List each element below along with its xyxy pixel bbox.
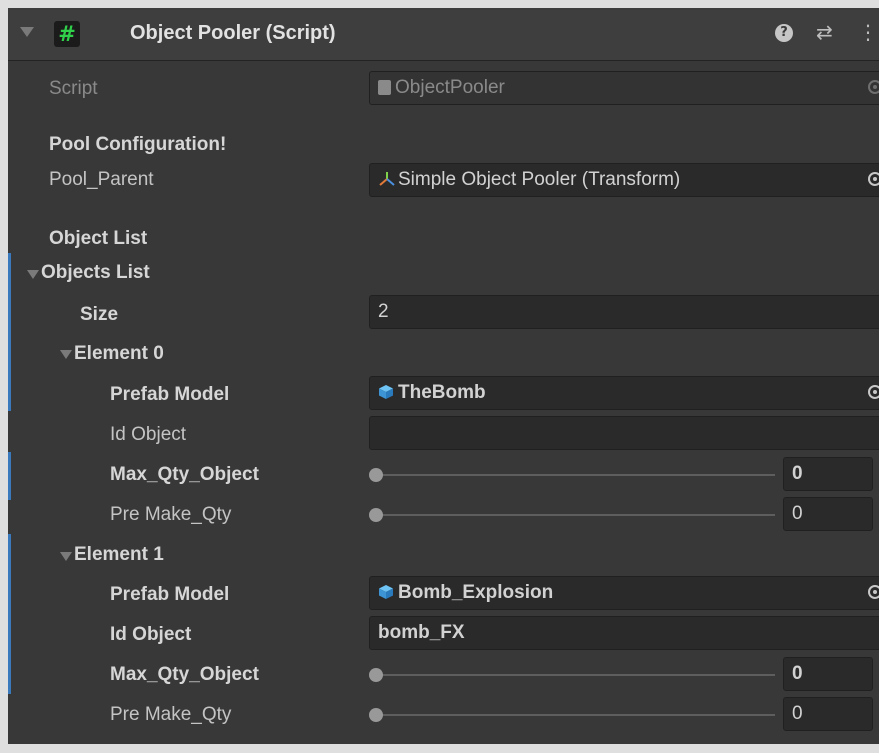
script-hash-icon: # bbox=[54, 21, 80, 47]
component-foldout-arrow-icon[interactable] bbox=[20, 27, 34, 37]
element-1-pre-field[interactable]: 0 bbox=[783, 697, 873, 731]
element-1-pre-label: Pre Make_Qty bbox=[110, 704, 232, 725]
script-label: Script bbox=[49, 78, 98, 99]
list-accent-bar bbox=[8, 253, 11, 411]
objects-list-label[interactable]: Objects List bbox=[41, 262, 150, 284]
transform-icon bbox=[379, 172, 395, 186]
element-1-foldout-icon[interactable] bbox=[60, 552, 72, 561]
inspector-component-panel: # Object Pooler (Script) ? ⇄ ⋮ Script Ob… bbox=[8, 8, 879, 744]
element-1-pre-slider-track[interactable] bbox=[376, 714, 775, 716]
element-1-accent-bar bbox=[8, 534, 11, 694]
script-file-icon bbox=[378, 80, 391, 95]
element-0-pre-slider-track[interactable] bbox=[376, 514, 775, 516]
component-title: Object Pooler (Script) bbox=[130, 22, 336, 44]
help-icon[interactable]: ? bbox=[775, 24, 793, 42]
element-1-prefab-field[interactable]: Bomb_Explosion bbox=[369, 576, 879, 610]
element-1-prefab-picker-icon[interactable] bbox=[868, 585, 879, 599]
element-1-max-slider-handle[interactable] bbox=[369, 668, 383, 682]
element-0-pre-label: Pre Make_Qty bbox=[110, 504, 232, 525]
script-field: ObjectPooler bbox=[369, 71, 879, 105]
element-1-max-field[interactable]: 0 bbox=[783, 657, 873, 691]
element-0-foldout-icon[interactable] bbox=[60, 350, 72, 359]
element-1-id-label: Id Object bbox=[110, 624, 192, 645]
element-1-id-field[interactable]: bomb_FX bbox=[369, 616, 879, 650]
element-1-prefab-value: Bomb_Explosion bbox=[398, 582, 554, 603]
element-0-id-label: Id Object bbox=[110, 424, 187, 445]
element-0-prefab-label: Prefab Model bbox=[110, 384, 230, 405]
objects-list-foldout-icon[interactable] bbox=[27, 270, 39, 279]
element-1-max-slider-track[interactable] bbox=[376, 674, 775, 676]
element-0-pre-field[interactable]: 0 bbox=[783, 497, 873, 531]
element-1-prefab-label: Prefab Model bbox=[110, 584, 230, 605]
element-0-prefab-value: TheBomb bbox=[398, 382, 486, 403]
pool-parent-value: Simple Object Pooler (Transform) bbox=[398, 169, 681, 190]
element-0-pre-slider-handle[interactable] bbox=[369, 508, 383, 522]
kebab-menu-icon[interactable]: ⋮ bbox=[858, 20, 878, 44]
element-0-max-slider-handle[interactable] bbox=[369, 468, 383, 482]
element-0-max-field[interactable]: 0 bbox=[783, 457, 873, 491]
element-0-prefab-field[interactable]: TheBomb bbox=[369, 376, 879, 410]
element-1-label[interactable]: Element 1 bbox=[74, 544, 164, 566]
component-header[interactable]: # Object Pooler (Script) ? ⇄ ⋮ bbox=[8, 8, 879, 61]
element-0-label[interactable]: Element 0 bbox=[74, 343, 164, 365]
element-1-max-label: Max_Qty_Object bbox=[110, 664, 259, 685]
pool-parent-picker-icon[interactable] bbox=[868, 172, 879, 186]
size-field[interactable]: 2 bbox=[369, 295, 879, 329]
element-0-accent-bar bbox=[8, 452, 11, 500]
pool-parent-label: Pool_Parent bbox=[49, 169, 154, 190]
script-field-value: ObjectPooler bbox=[395, 77, 505, 98]
object-picker-icon bbox=[868, 80, 879, 94]
object-list-heading: Object List bbox=[49, 228, 148, 249]
presets-icon[interactable]: ⇄ bbox=[816, 20, 833, 44]
element-0-prefab-picker-icon[interactable] bbox=[868, 385, 879, 399]
element-1-id-value: bomb_FX bbox=[378, 622, 465, 643]
pool-parent-field[interactable]: Simple Object Pooler (Transform) bbox=[369, 163, 879, 197]
element-1-pre-slider-handle[interactable] bbox=[369, 708, 383, 722]
element-0-max-slider-track[interactable] bbox=[376, 474, 775, 476]
size-label: Size bbox=[80, 304, 119, 325]
pool-configuration-heading: Pool Configuration! bbox=[49, 134, 227, 155]
prefab-cube-icon bbox=[379, 585, 393, 599]
size-value: 2 bbox=[378, 301, 389, 322]
element-0-max-label: Max_Qty_Object bbox=[110, 464, 259, 485]
element-0-id-field[interactable] bbox=[369, 416, 879, 450]
prefab-cube-icon bbox=[379, 385, 393, 399]
